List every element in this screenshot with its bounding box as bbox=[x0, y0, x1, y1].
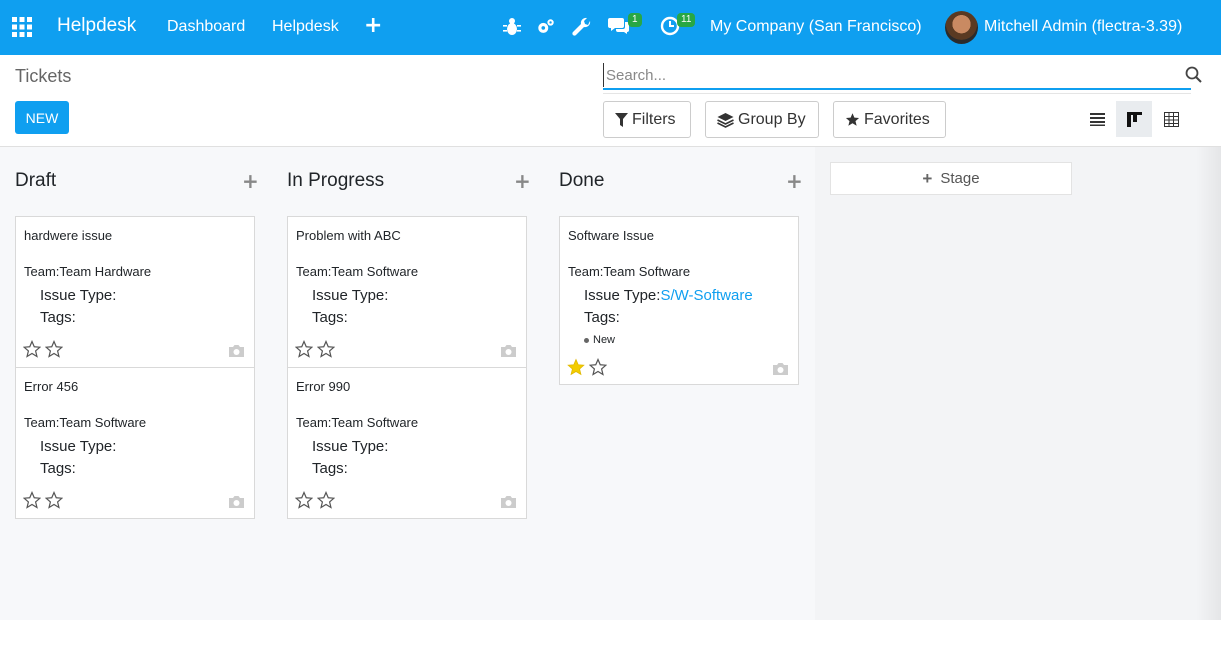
priority-star-filled-icon[interactable] bbox=[567, 358, 585, 376]
company-switcher[interactable]: My Company (San Francisco) bbox=[710, 18, 922, 36]
add-stage-button[interactable]: + Stage bbox=[830, 162, 1072, 195]
group-by-label: Group By bbox=[738, 110, 806, 128]
search-bar bbox=[603, 63, 1202, 90]
card-title: Software Issue bbox=[568, 228, 654, 243]
priority-star-icon[interactable] bbox=[45, 340, 63, 358]
filter-icon bbox=[615, 112, 628, 127]
priority-star-icon[interactable] bbox=[295, 340, 313, 358]
search-divider bbox=[603, 93, 1191, 94]
camera-icon[interactable] bbox=[500, 344, 517, 358]
card-priority bbox=[295, 491, 335, 509]
card-team: Team:Team Hardware bbox=[24, 264, 152, 279]
star-icon bbox=[845, 113, 860, 126]
camera-icon[interactable] bbox=[228, 344, 245, 358]
priority-star-icon[interactable] bbox=[45, 491, 63, 509]
messages-badge: 1 bbox=[628, 13, 642, 27]
list-view-button[interactable] bbox=[1079, 101, 1115, 137]
top-navbar: Helpdesk Dashboard Helpdesk + 1 11 My Co… bbox=[0, 0, 1221, 55]
chat-bubbles-icon bbox=[608, 18, 629, 34]
priority-star-icon[interactable] bbox=[589, 358, 607, 376]
app-brand[interactable]: Helpdesk bbox=[57, 15, 136, 37]
menu-dashboard[interactable]: Dashboard bbox=[167, 18, 245, 36]
kanban-view-icon bbox=[1126, 111, 1142, 127]
wrench-icon[interactable] bbox=[572, 16, 592, 38]
add-stage-plus-icon: + bbox=[922, 168, 933, 188]
search-icon[interactable] bbox=[1185, 66, 1203, 84]
card-tag: New bbox=[584, 334, 615, 346]
kanban-card[interactable]: Problem with ABC Team:Team Software Issu… bbox=[287, 216, 527, 368]
card-priority bbox=[295, 340, 335, 358]
debug-bug-icon[interactable] bbox=[502, 16, 522, 38]
grid-view-icon bbox=[1163, 111, 1179, 127]
card-issue-type-label: Issue Type: bbox=[40, 287, 117, 304]
user-menu[interactable]: Mitchell Admin (flectra-3.39) bbox=[984, 18, 1182, 36]
card-priority bbox=[567, 358, 607, 376]
card-tags-label: Tags: bbox=[312, 460, 348, 477]
card-tags-label: Tags: bbox=[40, 309, 76, 326]
kanban-empty-area bbox=[815, 147, 1221, 620]
kanban-card[interactable]: Error 990 Team:Team Software Issue Type:… bbox=[287, 367, 527, 519]
messages-menu[interactable]: 1 bbox=[608, 13, 644, 40]
card-issue-type-label: Issue Type: bbox=[40, 438, 117, 455]
filters-button[interactable]: Filters bbox=[603, 101, 691, 138]
new-button[interactable]: NEW bbox=[15, 101, 69, 134]
camera-icon[interactable] bbox=[500, 495, 517, 509]
user-avatar[interactable] bbox=[945, 11, 978, 44]
tag-dot-icon bbox=[584, 337, 589, 343]
card-team: Team:Team Software bbox=[296, 264, 419, 279]
camera-icon[interactable] bbox=[772, 362, 789, 376]
card-team: Team:Team Software bbox=[296, 415, 419, 430]
favorites-button[interactable]: Favorites bbox=[833, 101, 946, 138]
kanban-scroll-shadow bbox=[1196, 147, 1221, 620]
card-tags-label: Tags: bbox=[40, 460, 76, 477]
column-title-done[interactable]: Done bbox=[559, 170, 604, 192]
card-issue-type: Issue Type:S/W-Software bbox=[584, 287, 753, 304]
add-stage-label: Stage bbox=[940, 170, 980, 187]
card-title: Error 990 bbox=[296, 379, 351, 394]
kanban-card[interactable]: hardwere issue Team:Team Hardware Issue … bbox=[15, 216, 255, 368]
card-title: Error 456 bbox=[24, 379, 79, 394]
activities-menu[interactable]: 11 bbox=[660, 13, 696, 40]
card-title: hardwere issue bbox=[24, 228, 113, 243]
priority-star-icon[interactable] bbox=[317, 491, 335, 509]
column-quick-add-in-progress[interactable]: + bbox=[514, 169, 531, 193]
camera-icon[interactable] bbox=[228, 495, 245, 509]
column-quick-add-draft[interactable]: + bbox=[242, 169, 259, 193]
column-title-in-progress[interactable]: In Progress bbox=[287, 170, 384, 192]
column-quick-add-done[interactable]: + bbox=[786, 169, 803, 193]
card-title: Problem with ABC bbox=[296, 228, 401, 243]
card-priority bbox=[23, 491, 63, 509]
page-title: Tickets bbox=[15, 66, 72, 86]
priority-star-icon[interactable] bbox=[23, 340, 41, 358]
card-issue-type-value[interactable]: S/W-Software bbox=[660, 287, 752, 304]
column-title-draft[interactable]: Draft bbox=[15, 170, 56, 192]
favorites-label: Favorites bbox=[864, 110, 930, 128]
filters-label: Filters bbox=[632, 110, 676, 128]
card-priority bbox=[23, 340, 63, 358]
card-issue-type-label: Issue Type: bbox=[312, 438, 389, 455]
pivot-view-button[interactable] bbox=[1153, 101, 1189, 137]
search-input[interactable] bbox=[603, 63, 1163, 87]
settings-cogs-icon[interactable] bbox=[536, 16, 556, 38]
card-issue-type-label: Issue Type: bbox=[584, 287, 661, 304]
priority-star-icon[interactable] bbox=[295, 491, 313, 509]
plus-menu-icon[interactable]: + bbox=[364, 13, 382, 38]
card-team: Team:Team Software bbox=[24, 415, 147, 430]
kanban-card[interactable]: Software Issue Team:Team Software Issue … bbox=[559, 216, 799, 385]
card-issue-type-label: Issue Type: bbox=[312, 287, 389, 304]
layers-icon bbox=[717, 112, 734, 128]
menu-helpdesk[interactable]: Helpdesk bbox=[272, 18, 339, 36]
card-tags-label: Tags: bbox=[584, 309, 620, 326]
priority-star-icon[interactable] bbox=[317, 340, 335, 358]
activities-badge: 11 bbox=[677, 13, 696, 27]
card-tags-label: Tags: bbox=[312, 309, 348, 326]
group-by-button[interactable]: Group By bbox=[705, 101, 819, 138]
list-view-icon bbox=[1089, 113, 1105, 126]
priority-star-icon[interactable] bbox=[23, 491, 41, 509]
kanban-view-button[interactable] bbox=[1116, 101, 1152, 137]
card-tag-label: New bbox=[593, 334, 616, 346]
kanban-card[interactable]: Error 456 Team:Team Software Issue Type:… bbox=[15, 367, 255, 519]
apps-grid-icon[interactable] bbox=[12, 17, 32, 37]
card-team: Team:Team Software bbox=[568, 264, 691, 279]
